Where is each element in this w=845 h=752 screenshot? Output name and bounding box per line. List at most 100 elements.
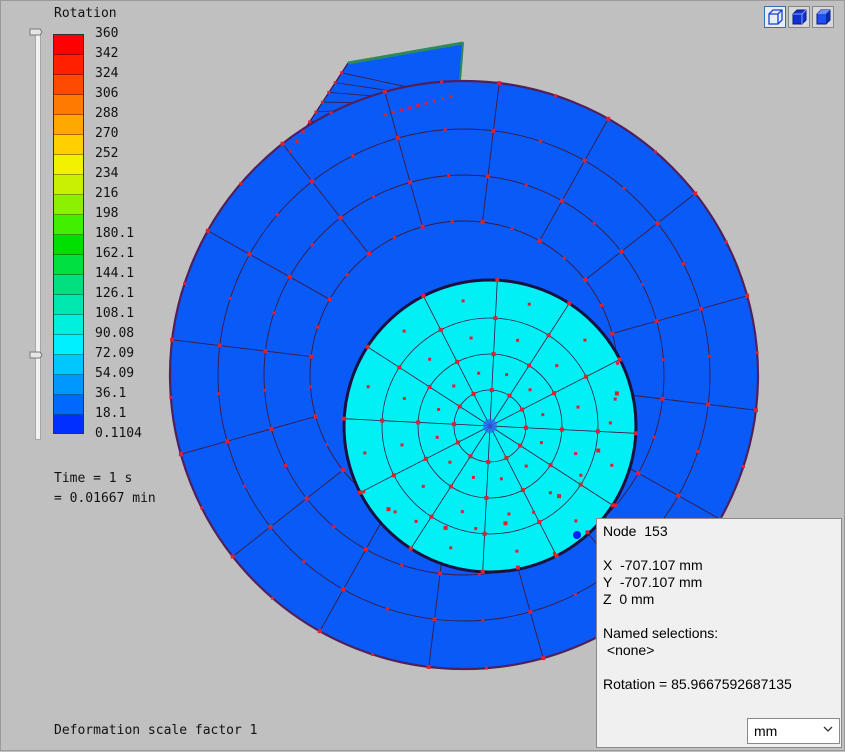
mesh-node	[397, 365, 402, 370]
mesh-node	[599, 303, 603, 307]
mesh-node	[576, 405, 580, 409]
mesh-node	[313, 414, 318, 419]
mesh-node	[518, 443, 523, 448]
mesh-node	[304, 496, 309, 501]
mesh-node	[493, 316, 498, 321]
mesh-node	[362, 490, 366, 494]
mesh-node	[414, 519, 418, 523]
mesh-node	[327, 90, 331, 94]
mesh-node	[448, 484, 453, 489]
mesh-node	[421, 484, 425, 488]
mesh-node	[515, 565, 520, 570]
mesh-node	[660, 396, 665, 401]
mesh-node	[427, 384, 432, 389]
mesh-node	[391, 473, 396, 478]
named-selections-label: Named selections:	[603, 625, 719, 641]
mesh-node	[546, 333, 551, 338]
mesh-node	[452, 384, 456, 388]
mesh-node	[440, 80, 444, 84]
mesh-node	[284, 463, 288, 467]
mesh-node	[263, 388, 267, 392]
mesh-node	[528, 388, 532, 392]
mesh-node	[309, 354, 314, 359]
mesh-node	[302, 560, 306, 564]
selected-node-153[interactable]	[573, 531, 581, 539]
mesh-node	[596, 448, 601, 453]
named-selections-value: <none>	[603, 642, 655, 658]
mesh-node	[574, 452, 578, 456]
mesh-node	[426, 664, 431, 669]
mesh-node	[438, 571, 443, 576]
mesh-node	[636, 471, 641, 476]
mesh-node	[449, 94, 453, 98]
mesh-node	[584, 374, 589, 379]
mesh-node	[507, 393, 512, 398]
mesh-node	[484, 666, 488, 670]
mesh-node	[622, 186, 626, 190]
mesh-node	[745, 293, 750, 298]
mesh-node	[559, 427, 564, 432]
mesh-node	[295, 139, 299, 143]
mesh-node	[457, 404, 462, 409]
mesh-node	[515, 549, 519, 553]
mesh-node	[527, 302, 531, 306]
mesh-node	[271, 596, 275, 600]
mesh-node	[461, 299, 465, 303]
mesh-node	[606, 116, 611, 121]
mesh-node	[486, 459, 491, 464]
mesh-node	[391, 110, 395, 114]
mesh-node	[448, 460, 452, 464]
mesh-node	[310, 243, 314, 247]
mesh-node	[548, 491, 552, 495]
mesh-node	[614, 391, 619, 396]
mesh-node	[395, 136, 400, 141]
mesh-node	[633, 431, 638, 436]
mesh-node	[528, 609, 533, 614]
mesh-node	[610, 463, 614, 467]
mesh-node	[205, 228, 210, 233]
mesh-node	[308, 120, 312, 124]
mesh-node	[437, 407, 441, 411]
mesh-node	[469, 336, 473, 340]
mesh-node	[527, 363, 532, 368]
mesh-node	[365, 344, 370, 349]
mesh-node	[455, 440, 460, 445]
mesh-node	[342, 416, 347, 421]
mesh-node	[619, 249, 624, 254]
mesh-node	[341, 587, 346, 592]
mesh-node	[386, 507, 391, 512]
mesh-node	[706, 402, 711, 407]
mesh-node	[484, 495, 489, 500]
mesh-node	[363, 547, 368, 552]
mesh-node	[552, 391, 557, 396]
mesh-node	[340, 468, 345, 473]
mesh-node	[338, 215, 343, 220]
mesh-node	[310, 179, 315, 184]
mesh-node	[491, 128, 496, 133]
mesh-node	[243, 484, 247, 488]
mesh-node	[380, 418, 385, 423]
mesh-node	[269, 426, 274, 431]
graphics-viewport[interactable]: Rotation 360 342 324 306 288 270 252 234 216 198 1…	[0, 0, 845, 751]
mesh-node	[560, 198, 565, 203]
mesh-node	[239, 182, 243, 186]
node-y-coordinate: Y -707.107 mm	[603, 574, 703, 590]
mesh-node	[358, 490, 363, 495]
mesh-node	[499, 477, 503, 481]
units-select[interactable]: mm	[747, 718, 840, 744]
mesh-node	[693, 191, 698, 196]
mesh-node	[288, 149, 292, 153]
mesh-node	[432, 617, 437, 622]
mesh-node	[491, 352, 496, 357]
mesh-node	[608, 421, 612, 425]
mesh-node	[480, 220, 485, 225]
mesh-node	[420, 224, 425, 229]
mesh-node	[539, 441, 543, 445]
mesh-node	[471, 391, 476, 396]
mesh-node	[416, 104, 420, 107]
mesh-node	[489, 388, 494, 393]
mesh-node	[400, 443, 404, 447]
mesh-node	[592, 221, 596, 225]
mesh-node	[287, 274, 292, 279]
mesh-node	[327, 297, 332, 302]
